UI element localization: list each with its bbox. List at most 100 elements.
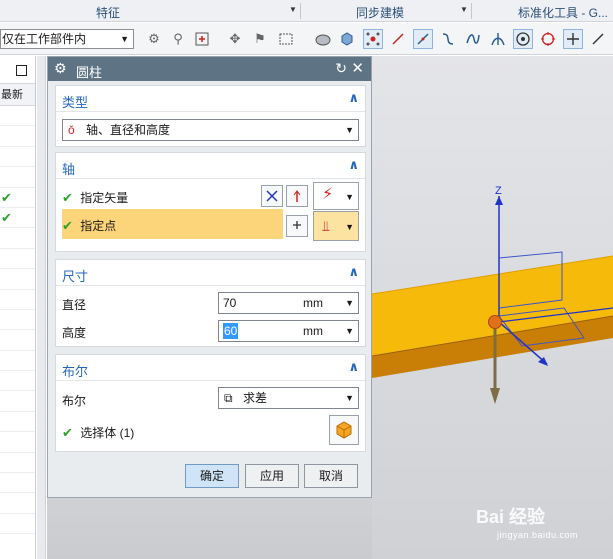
list-item[interactable] [0, 167, 35, 188]
collapse-icon[interactable]: ∧ [348, 90, 359, 106]
collapse-icon[interactable]: ∧ [348, 359, 359, 375]
axis-section: 轴 ∧ ✔ 指定矢量 ⚡ ▼ ✔ 指定点 ⫫ ▼ [55, 152, 366, 252]
navigator-rows: ✔ ✔ [0, 106, 35, 535]
reverse-direction-icon[interactable] [261, 185, 283, 207]
list-item[interactable] [0, 330, 35, 351]
height-value[interactable]: 60 [223, 323, 239, 339]
list-item[interactable] [0, 147, 35, 168]
graphics-viewport[interactable]: Z [372, 56, 613, 559]
boolean-section-label: 布尔 [62, 364, 89, 379]
boolean-select[interactable]: ⧉ 求差 ▼ [218, 387, 359, 409]
type-select[interactable]: ǒ 轴、直径和高度 ▼ [62, 119, 359, 141]
collapse-icon[interactable]: ∧ [348, 157, 359, 173]
center-point-icon[interactable] [513, 29, 533, 49]
select-body-row[interactable]: ✔ 选择体 (1) [62, 424, 134, 441]
diameter-value[interactable]: 70 [223, 293, 236, 313]
vector-type-select[interactable]: ⚡ ▼ [313, 182, 359, 210]
boolean-label: 布尔 [62, 394, 87, 408]
diameter-label: 直径 [62, 298, 87, 312]
list-item[interactable] [0, 473, 35, 494]
list-item[interactable] [0, 453, 35, 474]
list-item[interactable] [0, 249, 35, 270]
list-item[interactable] [0, 493, 35, 514]
curve-icon[interactable] [438, 29, 458, 49]
select-body-label: 选择体 (1) [80, 426, 135, 440]
chevron-down-icon: ▼ [345, 222, 354, 232]
specify-vector-row[interactable]: ✔ 指定矢量 [62, 189, 128, 206]
specify-point-row[interactable]: ✔ 指定点 [62, 209, 283, 239]
point-dialog-icon[interactable] [286, 215, 308, 237]
ribbon-group-standard-tools[interactable]: 标准化工具 - G... [518, 4, 608, 21]
panel-splitter[interactable] [37, 56, 46, 559]
end-point-icon[interactable] [588, 29, 608, 49]
list-item[interactable] [0, 371, 35, 392]
list-item[interactable]: ✔ [0, 188, 35, 208]
solid-body-icon[interactable] [329, 415, 359, 445]
height-label: 高度 [62, 326, 87, 340]
snap-grid-icon[interactable] [363, 29, 383, 49]
ribbon-group-feature[interactable]: 特征 [96, 4, 120, 21]
list-item[interactable] [0, 351, 35, 372]
ribbon-group-sync-modeling[interactable]: 同步建模 [356, 4, 404, 21]
line-icon[interactable] [388, 29, 408, 49]
quadrant-point-icon[interactable] [538, 29, 558, 49]
axis-section-label: 轴 [62, 162, 76, 177]
type-section-header[interactable]: 类型 ∧ [56, 86, 365, 112]
list-item[interactable] [0, 228, 35, 249]
dimensions-section-header[interactable]: 尺寸 ∧ [56, 260, 365, 286]
cancel-button[interactable]: 取消 [304, 464, 358, 488]
vector-dialog-icon[interactable] [286, 185, 308, 207]
apply-button[interactable]: 应用 [245, 464, 299, 488]
close-icon[interactable]: ✕ [351, 59, 364, 77]
ok-button[interactable]: 确定 [185, 464, 239, 488]
solid-cube-icon[interactable] [337, 29, 357, 49]
chevron-down-icon[interactable]: ▼ [345, 321, 354, 341]
existing-point-icon[interactable] [563, 29, 583, 49]
origin-point-handle[interactable] [488, 315, 502, 329]
list-item[interactable] [0, 290, 35, 310]
maximize-icon[interactable] [16, 65, 27, 76]
dialog-title: 圆柱 [76, 65, 103, 80]
dialog-titlebar[interactable]: ⚙ 圆柱 ↻ ✕ [48, 57, 371, 81]
transform-icon[interactable]: ✥ [225, 29, 245, 49]
axis-section-header[interactable]: 轴 ∧ [56, 153, 365, 179]
feature-icon[interactable]: ⚙ [144, 29, 164, 49]
list-item[interactable] [0, 391, 35, 412]
tangent-line-icon[interactable] [413, 29, 433, 49]
list-item[interactable] [0, 432, 35, 453]
chevron-down-icon: ▼ [345, 192, 354, 202]
box-select-icon[interactable] [276, 29, 296, 49]
collapse-icon[interactable]: ∧ [348, 264, 359, 280]
list-item[interactable] [0, 269, 35, 290]
chevron-down-icon[interactable]: ▼ [289, 5, 297, 14]
navigator-column-latest[interactable]: 最新 [0, 84, 35, 106]
intersection-icon[interactable] [488, 29, 508, 49]
list-item[interactable] [0, 514, 35, 535]
list-item[interactable] [0, 106, 35, 127]
list-item[interactable] [0, 126, 35, 147]
list-item[interactable] [0, 310, 35, 331]
boolean-section-header[interactable]: 布尔 ∧ [56, 355, 365, 381]
point-type-select[interactable]: ⫫ ▼ [313, 211, 359, 241]
boolean-value: 求差 [243, 391, 268, 405]
vector-arrowhead-icon [490, 388, 500, 404]
gear-icon[interactable]: ⚙ [54, 60, 67, 77]
checkmark-icon: ✔ [1, 189, 12, 205]
ribbon-divider [471, 3, 472, 19]
snap-point-icon[interactable] [192, 29, 212, 49]
height-field[interactable]: 60 mm ▼ [218, 320, 359, 342]
list-item[interactable]: ✔ [0, 208, 35, 229]
selection-scope-select[interactable]: 仅在工作部件内 ▼ [0, 29, 134, 49]
shaded-view-icon[interactable] [313, 29, 333, 49]
filter-icon[interactable]: ⚲ [168, 29, 188, 49]
spline-icon[interactable] [463, 29, 483, 49]
reset-icon[interactable]: ↻ [335, 60, 347, 77]
chevron-down-icon[interactable]: ▼ [460, 5, 468, 14]
type-select-value: 轴、直径和高度 [86, 123, 171, 137]
pin-icon[interactable]: ⚑ [250, 29, 270, 49]
diameter-field[interactable]: 70 mm ▼ [218, 292, 359, 314]
chevron-down-icon[interactable]: ▼ [345, 293, 354, 313]
list-item[interactable] [0, 412, 35, 433]
dimensions-section: 尺寸 ∧ 直径 70 mm ▼ 高度 60 mm ▼ [55, 259, 366, 347]
part-model: Z [372, 185, 613, 404]
